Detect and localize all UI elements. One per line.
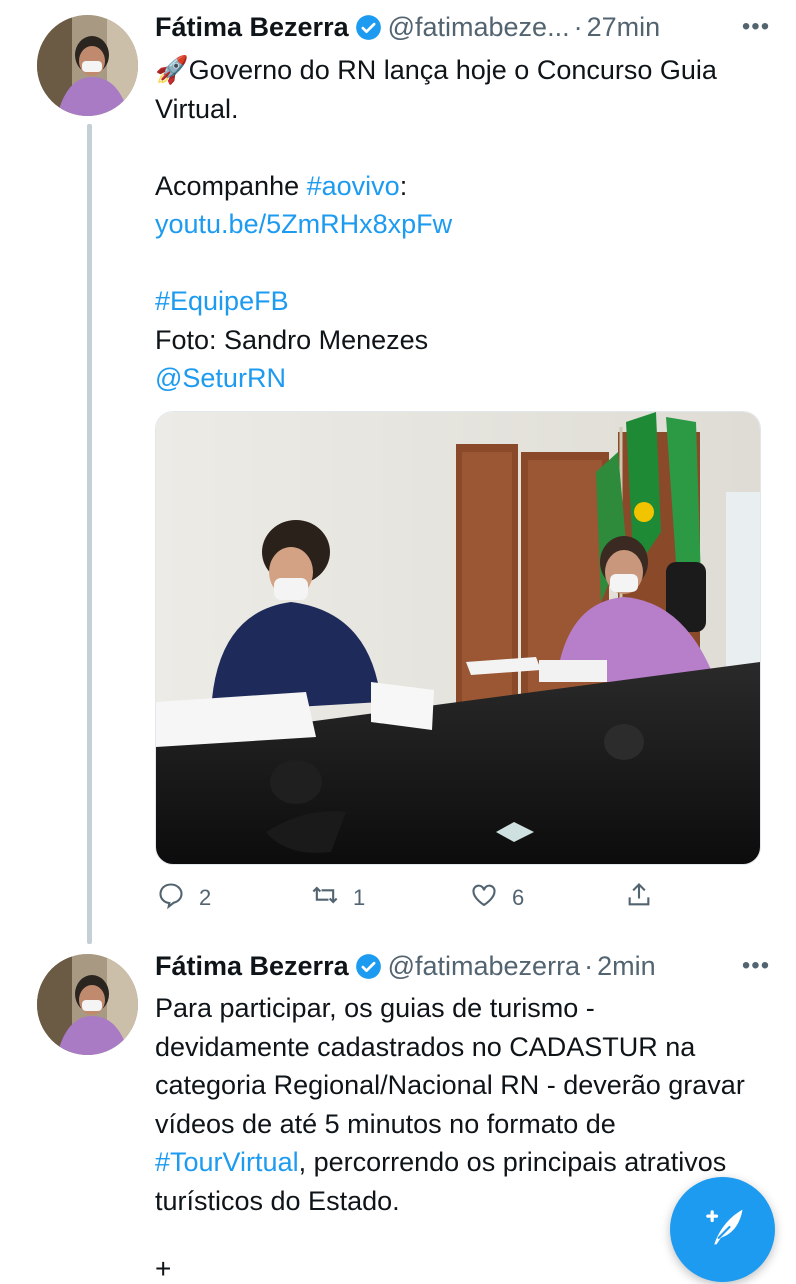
avatar[interactable] [37, 954, 138, 1055]
author-name[interactable]: Fátima Bezerra [155, 951, 349, 982]
tweet-photo[interactable] [155, 411, 761, 865]
retweet-button[interactable]: 1 [311, 878, 365, 918]
thread-connector-line [87, 124, 92, 944]
verified-badge-icon [355, 14, 382, 41]
tweet-body: Para participar, os guias de turismo - d… [155, 989, 752, 1220]
verified-badge-icon [355, 953, 382, 980]
heart-icon [470, 881, 498, 915]
share-icon [625, 881, 653, 915]
like-count: 6 [512, 885, 525, 910]
like-button[interactable]: 6 [470, 878, 524, 918]
compose-tweet-button[interactable] [670, 1177, 775, 1282]
tweet-actions: 2 1 6 [155, 878, 675, 918]
separator-dot: · [584, 950, 594, 981]
tweet-time[interactable]: 27min [587, 12, 661, 43]
youtube-link[interactable]: youtu.be/5ZmRHx8xpFw [155, 209, 452, 239]
reply-button[interactable]: 2 [157, 878, 211, 918]
author-handle[interactable]: @fatimabezerra [388, 951, 580, 982]
reply-icon [157, 881, 185, 915]
share-button[interactable] [625, 878, 653, 918]
colon-text: : [399, 170, 408, 201]
tweet-intro: 🚀Governo do RN lança hoje o Concurso Gui… [155, 55, 717, 124]
retweet-icon [311, 881, 339, 915]
acompanhe-text: Acompanhe [155, 170, 307, 201]
tweet-time[interactable]: 2min [597, 951, 656, 982]
author-name[interactable]: Fátima Bezerra [155, 12, 349, 43]
compose-tweet-icon [697, 1201, 749, 1258]
hashtag-equipefb[interactable]: #EquipeFB [155, 286, 289, 316]
tweet-header: Fátima Bezerra @fatimabezerra · 2min ••• [155, 948, 776, 984]
author-handle[interactable]: @fatimabeze... [388, 12, 570, 43]
hashtag-aovivo[interactable]: #aovivo [307, 171, 400, 201]
separator-dot: · [573, 11, 583, 42]
more-options-icon[interactable]: ••• [736, 9, 776, 45]
more-options-icon[interactable]: ••• [736, 948, 776, 984]
retweet-count: 1 [353, 885, 366, 910]
hashtag-tourvirtual[interactable]: #TourVirtual [155, 1147, 299, 1177]
plus-glyph: + [155, 1253, 172, 1284]
mention-seturrn[interactable]: @SeturRN [155, 363, 286, 393]
avatar[interactable] [37, 15, 138, 116]
reply-count: 2 [199, 885, 212, 910]
tweet-text-part1: Para participar, os guias de turismo - d… [155, 993, 745, 1139]
tweet-body: 🚀Governo do RN lança hoje o Concurso Gui… [155, 51, 756, 398]
photo-credit: Foto: Sandro Menezes [155, 324, 429, 355]
tweet-header: Fátima Bezerra @fatimabeze... · 27min ••… [155, 9, 776, 45]
